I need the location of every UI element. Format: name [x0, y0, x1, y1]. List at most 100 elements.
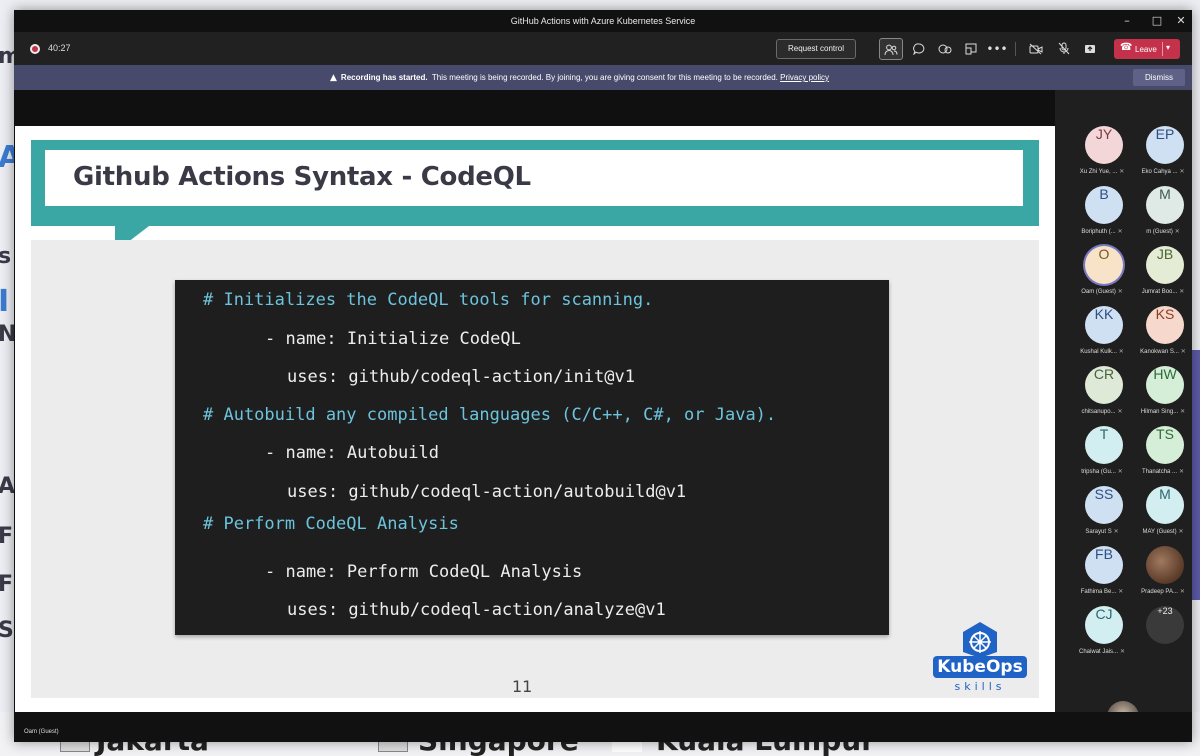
code-line: uses: github/codeql-action/init@v1 — [287, 367, 635, 387]
shared-screen: Github Actions Syntax - CodeQL # Initial… — [14, 90, 1055, 712]
participant-name-text: chitsanupo... — [1081, 409, 1116, 415]
dismiss-button[interactable]: Dismiss — [1133, 69, 1185, 86]
code-line: - name: Initialize CodeQL — [265, 329, 521, 349]
participant-name-text: Boriphuth (... — [1081, 229, 1116, 235]
bg-text: S — [0, 618, 14, 643]
window-title: GitHub Actions with Azure Kubernetes Ser… — [510, 16, 696, 26]
maximize-icon[interactable]: □ — [1150, 14, 1164, 28]
participant-tile[interactable]: JB Jumrat Boo... ✕ — [1131, 244, 1195, 304]
participant-tile[interactable]: HW Hilman Sing... ✕ — [1131, 364, 1195, 424]
participant-tile[interactable]: KS Kanokwan S... ✕ — [1131, 304, 1195, 364]
participant-tile[interactable]: B Boriphuth (... ✕ — [1070, 184, 1134, 244]
participant-tile[interactable]: Mm (Guest) ✕ — [1131, 184, 1195, 244]
more-participants-badge: +23 — [1146, 606, 1184, 644]
participant-tile[interactable]: EP Eko Cahya ... ✕ — [1131, 124, 1195, 184]
code-comment: # Perform CodeQL Analysis — [203, 514, 459, 534]
participant-avatar: M — [1146, 186, 1184, 224]
muted-mic-icon: ✕ — [1115, 288, 1123, 295]
muted-mic-icon: ✕ — [1178, 408, 1186, 415]
participant-tile[interactable]: FB Fathima Be... ✕ — [1070, 544, 1134, 604]
participant-tile[interactable]: TS Thanatcha ... ✕ — [1131, 424, 1195, 484]
privacy-policy-link[interactable]: Privacy policy — [780, 73, 829, 82]
participant-name: Fathima Be... ✕ — [1070, 588, 1134, 595]
participant-name-text: Jumrat Boo... — [1141, 289, 1178, 295]
bg-text: F — [0, 572, 14, 597]
participant-name: Sarayut S ✕ — [1070, 528, 1134, 535]
status-bar: Oam (Guest) — [14, 712, 1192, 742]
participant-avatar: JB — [1146, 246, 1184, 284]
participant-tile[interactable]: +23 — [1131, 604, 1195, 664]
participant-name-text: Chaiwat Jais... — [1079, 649, 1119, 655]
participant-name: Jumrat Boo... ✕ — [1131, 288, 1195, 295]
bg-text: A — [0, 474, 16, 499]
participant-tile[interactable]: CR chitsanupo... ✕ — [1070, 364, 1134, 424]
participant-name: Oam (Guest) ✕ — [1070, 288, 1134, 295]
participant-avatar: HW — [1146, 366, 1184, 404]
participant-tile[interactable]: KK Kushal Kulk... ✕ — [1070, 304, 1134, 364]
muted-mic-icon: ✕ — [1177, 588, 1185, 595]
people-icon[interactable] — [879, 38, 903, 60]
chat-icon[interactable] — [907, 38, 931, 60]
participant-name-text: Fathima Be... — [1080, 589, 1117, 595]
participant-name-text: Kanokwan S... — [1140, 349, 1179, 355]
participant-tile[interactable]: O Oam (Guest) ✕ — [1070, 244, 1134, 304]
phone-icon: ☎ — [1120, 42, 1133, 53]
title-bar: GitHub Actions with Azure Kubernetes Ser… — [14, 10, 1192, 32]
participant-tile[interactable]: Ttripsha (Gu... ✕ — [1070, 424, 1134, 484]
bg-text: s — [0, 244, 12, 269]
participant-avatar: EP — [1146, 126, 1184, 164]
muted-mic-icon: ✕ — [1176, 528, 1184, 535]
banner-bold: Recording has started. — [340, 73, 428, 82]
participant-name: tripsha (Gu... ✕ — [1070, 468, 1134, 475]
participant-tile[interactable]: CJ Chaiwat Jais... ✕ — [1070, 604, 1134, 664]
slide-title: Github Actions Syntax - CodeQL — [73, 162, 531, 192]
participant-tile[interactable]: SS Sarayut S ✕ — [1070, 484, 1134, 544]
muted-mic-icon: ✕ — [1118, 648, 1125, 655]
reactions-icon[interactable] — [933, 38, 957, 60]
helm-wheel-icon — [963, 622, 997, 658]
participant-name: Chaiwat Jais... ✕ — [1070, 648, 1134, 655]
share-tray-icon[interactable] — [959, 38, 983, 60]
participant-avatar: TS — [1146, 426, 1184, 464]
participant-name: Boriphuth (... ✕ — [1070, 228, 1134, 235]
close-icon[interactable]: ✕ — [1174, 14, 1188, 28]
participant-tile[interactable]: JY Xu Zhi Yue, ... ✕ — [1070, 124, 1134, 184]
logo-text: KubeOps — [933, 656, 1027, 678]
participant-avatar: KS — [1146, 306, 1184, 344]
slide-body: # Initializes the CodeQL tools for scann… — [31, 240, 1039, 698]
request-control-button[interactable]: Request control — [776, 39, 856, 59]
title-box: Github Actions Syntax - CodeQL — [45, 150, 1023, 206]
code-line: - name: Autobuild — [265, 443, 439, 463]
participant-avatar: FB — [1085, 546, 1123, 584]
participant-name: chitsanupo... ✕ — [1070, 408, 1134, 415]
banner-text: This meeting is being recorded. By joini… — [431, 73, 778, 82]
participant-name: Thanatcha ... ✕ — [1131, 468, 1195, 475]
participant-name-text: Sarayut S — [1085, 529, 1112, 535]
logo-subtext: skills — [954, 680, 1006, 693]
minimize-icon[interactable]: – — [1120, 14, 1134, 28]
recording-icon — [30, 44, 40, 54]
share-icon[interactable] — [1078, 38, 1102, 60]
bg-text: I — [0, 284, 10, 319]
code-line: uses: github/codeql-action/analyze@v1 — [287, 600, 666, 620]
participant-tile[interactable]: Pradeep PA... ✕ — [1131, 544, 1195, 604]
chevron-down-icon[interactable]: ▾ — [1166, 43, 1170, 52]
leave-button[interactable]: ☎ Leave ▾ — [1114, 39, 1180, 59]
camera-off-icon[interactable] — [1024, 38, 1048, 60]
participant-name-text: Xu Zhi Yue, ... — [1079, 169, 1118, 175]
participant-photo — [1146, 546, 1184, 584]
title-frame: Github Actions Syntax - CodeQL — [31, 140, 1039, 226]
muted-mic-icon: ✕ — [1178, 348, 1186, 355]
teams-meeting-window: GitHub Actions with Azure Kubernetes Ser… — [14, 10, 1192, 742]
code-line: - name: Perform CodeQL Analysis — [265, 562, 583, 582]
meeting-toolbar: 40:27 Request control ••• ☎ Leave ▾ — [14, 32, 1192, 65]
meeting-timer: 40:27 — [48, 43, 71, 53]
mic-off-icon[interactable] — [1052, 38, 1076, 60]
muted-mic-icon: ✕ — [1177, 168, 1185, 175]
participant-tile[interactable]: M MAY (Guest) ✕ — [1131, 484, 1195, 544]
participant-avatar: KK — [1085, 306, 1123, 344]
more-icon[interactable]: ••• — [985, 38, 1009, 60]
warning-icon: ▲ — [330, 73, 337, 83]
kubeops-logo: KubeOps skills — [933, 620, 1027, 694]
participant-name-text: Pradeep PA... — [1141, 589, 1178, 595]
